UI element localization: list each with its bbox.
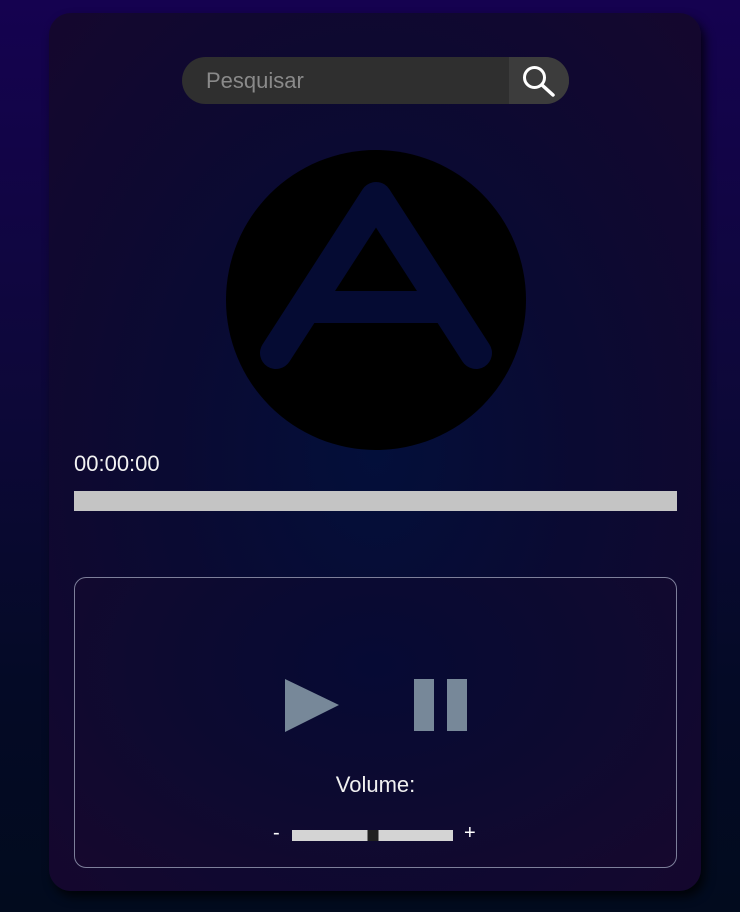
volume-down-button[interactable]: - bbox=[273, 822, 280, 845]
pause-button[interactable] bbox=[414, 678, 470, 734]
volume-slider[interactable] bbox=[292, 830, 453, 841]
playback-time: 00:00:00 bbox=[74, 451, 160, 476]
volume-control: - + bbox=[75, 822, 676, 846]
search-input[interactable] bbox=[182, 57, 508, 104]
search-button[interactable] bbox=[509, 57, 569, 104]
player-card: 00:00:00 Volume: - + bbox=[49, 13, 701, 891]
play-icon bbox=[285, 679, 339, 732]
search-bar bbox=[182, 57, 569, 104]
volume-slider-thumb[interactable] bbox=[367, 830, 378, 841]
controls-panel: Volume: - + bbox=[74, 577, 677, 868]
volume-label: Volume: bbox=[335, 772, 416, 797]
search-icon bbox=[523, 66, 555, 97]
letter-a-logo bbox=[226, 150, 526, 450]
pause-icon bbox=[414, 679, 467, 731]
play-button[interactable] bbox=[285, 678, 341, 734]
progress-bar[interactable] bbox=[74, 491, 677, 511]
volume-up-button[interactable]: + bbox=[464, 822, 476, 845]
